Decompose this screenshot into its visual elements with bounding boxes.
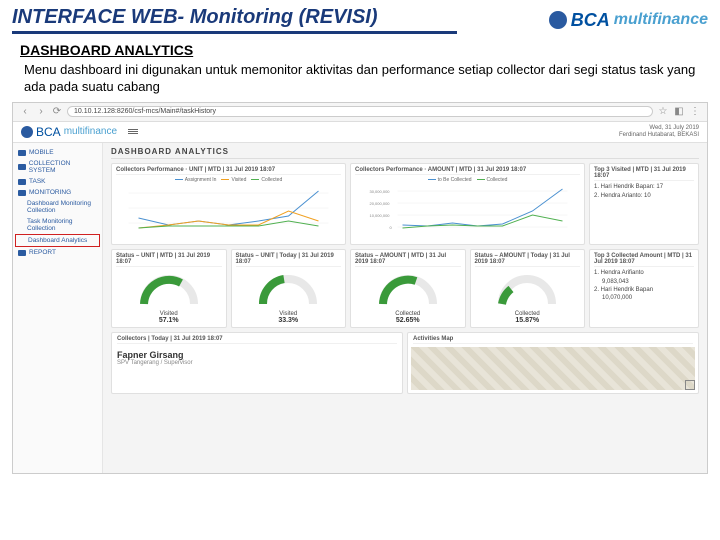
card-title: Status – UNIT | MTD | 31 Jul 2019 18:07 — [116, 253, 222, 267]
folder-icon — [18, 250, 26, 256]
hamburger-icon[interactable] — [128, 129, 138, 134]
card-title: Status – AMOUNT | MTD | 31 Jul 2019 18:0… — [355, 253, 461, 267]
card-title: Collectors Performance · AMOUNT | MTD | … — [355, 167, 580, 175]
browser-toolbar: ‹ › ⟳ 10.10.12.128:8260/csf-mcs/Main#/ta… — [13, 103, 707, 122]
gauge-chart — [139, 269, 199, 309]
svg-text:10,000,000: 10,000,000 — [370, 213, 391, 218]
sidebar-label: MONITORING — [29, 189, 71, 196]
app-header: BCAmultifinance Wed, 31 July 2019 Ferdin… — [13, 122, 707, 143]
bookmark-icon[interactable]: ☆ — [657, 106, 669, 118]
line-chart — [116, 183, 341, 233]
card-status-unit-mtd: Status – UNIT | MTD | 31 Jul 2019 18:07 … — [111, 249, 227, 328]
card-title: Top 3 Visited | MTD | 31 Jul 2019 18:07 — [594, 167, 694, 181]
card-status-amount-mtd: Status – AMOUNT | MTD | 31 Jul 2019 18:0… — [350, 249, 466, 328]
reload-button[interactable]: ⟳ — [51, 106, 63, 118]
app-logo-mf: multifinance — [64, 126, 117, 137]
svg-text:0: 0 — [390, 225, 393, 230]
card-perf-amount: Collectors Performance · AMOUNT | MTD | … — [350, 163, 585, 245]
card-title: Status – UNIT | Today | 31 Jul 2019 18:0… — [236, 253, 342, 267]
rank-value: 9,083,043 — [594, 278, 653, 286]
url-bar[interactable]: 10.10.12.128:8260/csf-mcs/Main#/taskHist… — [67, 106, 653, 117]
slide-description: Menu dashboard ini digunakan untuk memon… — [0, 60, 720, 102]
rank-item: 2. Hari Hendrik Bapan — [594, 286, 653, 294]
rank-item: 1. Hendra Arifianto — [594, 269, 653, 277]
card-activities-map: Activities Map — [407, 332, 699, 394]
gauge-value: 15.87% — [515, 317, 539, 324]
rank-value: 10,070,000 — [594, 294, 653, 302]
rank-item: 2. Hendra Arianto: 10 — [594, 192, 694, 200]
sidebar: MOBILE COLLECTION SYSTEM TASK MONITORING… — [13, 143, 103, 473]
card-top-collected: Top 3 Collected Amount | MTD | 31 Jul 20… — [589, 249, 699, 328]
sidebar-sub-task-monitoring[interactable]: Task Monitoring Collection — [15, 216, 100, 234]
gauge-value: 52.65% — [396, 317, 420, 324]
sidebar-item-collection[interactable]: COLLECTION SYSTEM — [15, 158, 100, 176]
gauge-value: 57.1% — [159, 317, 179, 324]
gauge-chart — [497, 269, 557, 309]
sidebar-sub-dashboard-monitoring[interactable]: Dashboard Monitoring Collection — [15, 198, 100, 216]
card-top-visited: Top 3 Visited | MTD | 31 Jul 2019 18:07 … — [589, 163, 699, 245]
rank-list: 1. Hari Hendrik Bapan: 17 2. Hendra Aria… — [594, 183, 694, 200]
card-perf-unit: Collectors Performance · UNIT | MTD | 31… — [111, 163, 346, 245]
gauge-chart — [378, 269, 438, 309]
forward-button[interactable]: › — [35, 106, 47, 118]
svg-text:20,000,000: 20,000,000 — [370, 201, 391, 206]
main-content: DASHBOARD ANALYTICS Collectors Performan… — [103, 143, 707, 473]
card-title: Top 3 Collected Amount | MTD | 31 Jul 20… — [594, 253, 694, 267]
sidebar-sub-dashboard-analytics[interactable]: Dashboard Analytics — [15, 234, 100, 247]
app-logo-icon — [21, 126, 33, 138]
expand-icon[interactable] — [685, 380, 695, 390]
brand-bca: BCA — [571, 10, 610, 31]
card-title: Status – AMOUNT | Today | 31 Jul 2019 18… — [475, 253, 581, 267]
sidebar-item-mobile[interactable]: MOBILE — [15, 147, 100, 158]
extension-icon[interactable]: ◧ — [673, 106, 685, 118]
brand-mf: multifinance — [614, 11, 708, 29]
folder-icon — [18, 179, 26, 185]
app-logo-bca: BCA — [36, 125, 61, 139]
card-title: Collectors Performance · UNIT | MTD | 31… — [116, 167, 341, 175]
card-status-amount-today: Status – AMOUNT | Today | 31 Jul 2019 18… — [470, 249, 586, 328]
slide-title: INTERFACE WEB- Monitoring (REVISI) — [12, 6, 457, 34]
sidebar-label: MOBILE — [29, 149, 54, 156]
brand-logo: BCAmultifinance — [549, 10, 708, 31]
back-button[interactable]: ‹ — [19, 106, 31, 118]
app-logo: BCAmultifinance — [21, 125, 138, 139]
sidebar-item-monitoring[interactable]: MONITORING — [15, 187, 100, 198]
sidebar-label: COLLECTION SYSTEM — [29, 160, 97, 174]
svg-text:30,000,000: 30,000,000 — [370, 189, 391, 194]
sidebar-item-task[interactable]: TASK — [15, 176, 100, 187]
card-title: Activities Map — [413, 336, 693, 344]
sidebar-label: TASK — [29, 178, 46, 185]
folder-icon — [18, 150, 26, 156]
menu-icon[interactable]: ⋮ — [689, 106, 701, 118]
card-title: Collectors | Today | 31 Jul 2019 18:07 — [117, 336, 397, 344]
map-canvas[interactable] — [411, 347, 695, 390]
collector-role: SPV Tangerang / Supervisor — [117, 360, 397, 366]
rank-list: 1. Hendra Arifianto 9,083,043 2. Hari He… — [594, 269, 653, 303]
folder-icon — [18, 164, 26, 170]
sidebar-item-report[interactable]: REPORT — [15, 247, 100, 258]
rank-item: 1. Hari Hendrik Bapan: 17 — [594, 183, 694, 191]
user-area: Wed, 31 July 2019 Ferdinand Hutabarat, B… — [619, 125, 699, 139]
header-user: Ferdinand Hutabarat, BEKASI — [619, 132, 699, 139]
header-date: Wed, 31 July 2019 — [619, 125, 699, 132]
gauge-chart — [258, 269, 318, 309]
line-chart: 30,000,000 20,000,000 10,000,000 0 — [355, 183, 580, 233]
page-title: DASHBOARD ANALYTICS — [111, 147, 699, 159]
gauge-value: 33.3% — [278, 317, 298, 324]
browser-frame: ‹ › ⟳ 10.10.12.128:8260/csf-mcs/Main#/ta… — [12, 102, 708, 474]
card-status-unit-today: Status – UNIT | Today | 31 Jul 2019 18:0… — [231, 249, 347, 328]
sidebar-label: REPORT — [29, 249, 56, 256]
folder-icon — [18, 190, 26, 196]
brand-badge-icon — [549, 11, 567, 29]
section-title: DASHBOARD ANALYTICS — [0, 38, 720, 60]
card-collectors: Collectors | Today | 31 Jul 2019 18:07 F… — [111, 332, 403, 394]
collector-name: Fapner Girsang — [117, 350, 397, 360]
